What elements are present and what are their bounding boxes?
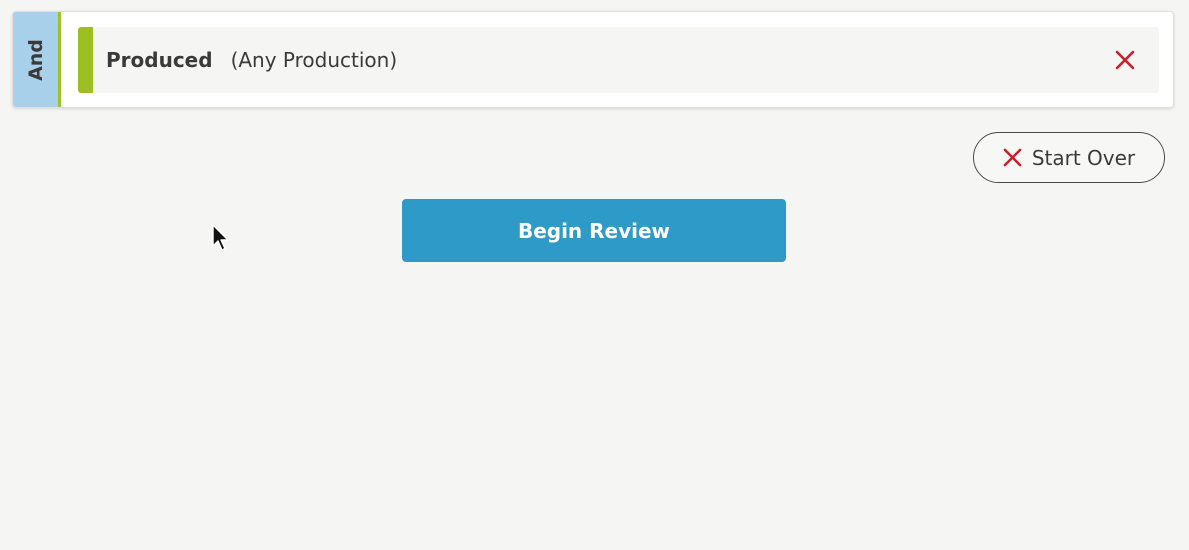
operator-tab[interactable]: And — [13, 12, 61, 107]
close-icon — [1003, 148, 1022, 167]
criterion-row[interactable]: Produced (Any Production) — [78, 27, 1159, 93]
criterion-text: Produced (Any Production) — [106, 27, 397, 93]
start-over-button[interactable]: Start Over — [973, 132, 1165, 183]
operator-label: And — [24, 38, 47, 81]
begin-review-button[interactable]: Begin Review — [402, 199, 786, 262]
mouse-cursor-icon — [212, 224, 229, 251]
criterion-color-stripe — [78, 27, 93, 93]
criterion-field: Produced — [106, 48, 213, 72]
criterion-value: (Any Production) — [230, 48, 398, 72]
search-criteria-panel: And Produced (Any Production) — [12, 11, 1174, 108]
close-icon[interactable] — [1113, 48, 1137, 72]
begin-review-label: Begin Review — [517, 218, 671, 243]
start-over-label: Start Over — [1031, 145, 1136, 170]
